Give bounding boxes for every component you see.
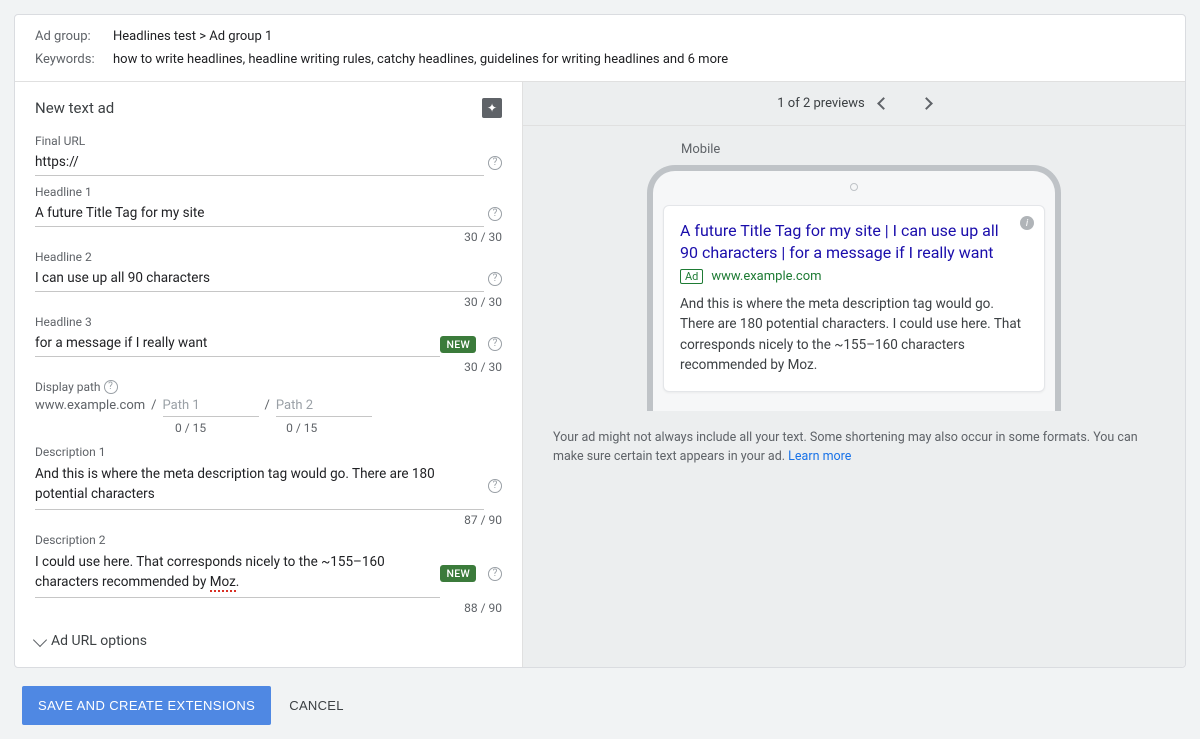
description1-label: Description 1	[35, 445, 502, 459]
ad-preview-card: i A future Title Tag for my site | I can…	[663, 205, 1045, 392]
headline2-input[interactable]: I can use up all 90 characters	[35, 266, 484, 292]
description2-counter: 88 / 90	[35, 598, 502, 619]
phone-frame: i A future Title Tag for my site | I can…	[647, 165, 1061, 411]
ad-headline: A future Title Tag for my site | I can u…	[680, 220, 1020, 263]
preview-panel: 1 of 2 previews Mobile i A future Title …	[523, 82, 1185, 667]
help-icon[interactable]: ?	[488, 479, 502, 493]
headline1-label: Headline 1	[35, 185, 502, 199]
help-icon[interactable]: ?	[488, 337, 502, 351]
new-badge: NEW	[440, 336, 476, 353]
save-button[interactable]: SAVE AND CREATE EXTENSIONS	[22, 686, 271, 725]
headline2-counter: 30 / 30	[35, 292, 502, 313]
help-icon[interactable]: ?	[488, 156, 502, 170]
chevron-down-icon	[33, 633, 47, 647]
headline3-label: Headline 3	[35, 315, 502, 329]
headline1-counter: 30 / 30	[35, 227, 502, 248]
headline3-counter: 30 / 30	[35, 357, 502, 378]
ad-form-panel: New text ad Final URL https:// ? Headlin…	[15, 82, 523, 667]
help-icon[interactable]: ?	[488, 567, 502, 581]
ad-url: www.example.com	[711, 269, 821, 284]
display-path2-input[interactable]: Path 2	[276, 396, 372, 417]
chevron-right-icon[interactable]	[920, 97, 933, 110]
description1-counter: 87 / 90	[35, 510, 502, 531]
cancel-button[interactable]: CANCEL	[289, 698, 344, 713]
headline1-input[interactable]: A future Title Tag for my site	[35, 201, 484, 227]
ad-badge: Ad	[680, 269, 703, 284]
ad-group-label: Ad group:	[35, 29, 113, 44]
final-url-label: Final URL	[35, 134, 502, 148]
description2-label: Description 2	[35, 533, 502, 547]
final-url-input[interactable]: https://	[35, 150, 484, 176]
chevron-left-icon[interactable]	[877, 97, 890, 110]
display-path-base: www.example.com	[35, 398, 145, 413]
sparkle-icon[interactable]	[482, 98, 502, 118]
info-icon[interactable]: i	[1020, 216, 1034, 230]
keywords-value: how to write headlines, headline writing…	[113, 52, 728, 67]
help-icon[interactable]: ?	[104, 380, 118, 394]
preview-counter: 1 of 2 previews	[777, 96, 864, 111]
ad-description: And this is where the meta description t…	[680, 294, 1028, 375]
preview-footnote: Your ad might not always include all you…	[553, 429, 1155, 467]
new-badge: NEW	[440, 565, 476, 582]
device-label: Mobile	[681, 142, 1155, 157]
context-header: Ad group: Headlines test > Ad group 1 Ke…	[15, 15, 1185, 82]
keywords-label: Keywords:	[35, 52, 113, 67]
learn-more-link[interactable]: Learn more	[788, 449, 851, 464]
display-path-label: Display path	[35, 380, 101, 394]
description2-input[interactable]: I could use here. That corresponds nicel…	[35, 549, 440, 598]
help-icon[interactable]: ?	[488, 207, 502, 221]
headline3-input[interactable]: for a message if I really want	[35, 331, 440, 357]
ad-group-value: Headlines test > Ad group 1	[113, 29, 272, 44]
ad-url-options-expander[interactable]: Ad URL options	[35, 633, 502, 649]
expander-label: Ad URL options	[51, 633, 147, 649]
display-path2-counter: 0 / 15	[286, 421, 317, 435]
headline2-label: Headline 2	[35, 250, 502, 264]
phone-speaker-icon	[850, 183, 858, 191]
description1-input[interactable]: And this is where the meta description t…	[35, 461, 484, 510]
help-icon[interactable]: ?	[488, 272, 502, 286]
section-title: New text ad	[35, 99, 114, 117]
display-path1-input[interactable]: Path 1	[163, 396, 259, 417]
display-path1-counter: 0 / 15	[175, 421, 206, 435]
